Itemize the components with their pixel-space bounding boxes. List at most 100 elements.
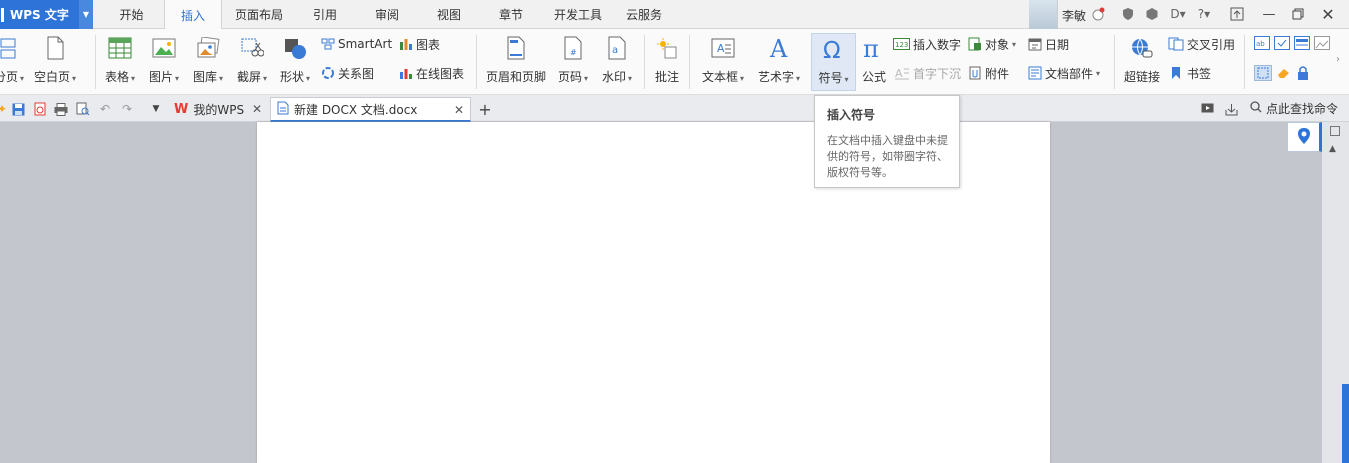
tab-cloud[interactable]: 云服务	[618, 0, 670, 29]
watermark-label: 水印	[601, 70, 626, 84]
redo-icon[interactable]: ↷	[119, 101, 135, 117]
textbox-button[interactable]: A 文本框 ▾	[698, 33, 748, 91]
upload-icon[interactable]	[1226, 4, 1248, 24]
tab-start[interactable]: 开始	[104, 0, 159, 29]
table-icon	[107, 35, 133, 61]
shapes-button[interactable]: 形状 ▾	[277, 33, 313, 91]
user-name[interactable]: 李敏	[1062, 7, 1086, 24]
page-number-button[interactable]: # 页码 ▾	[554, 33, 592, 91]
comment-icon	[654, 35, 680, 61]
doc-parts-button[interactable]: 文档部件 ▾	[1028, 63, 1100, 83]
dropdown-control-icon[interactable]	[1294, 36, 1310, 53]
screenshot-button[interactable]: 截屏 ▾	[234, 33, 270, 91]
tab-chapter[interactable]: 章节	[486, 0, 536, 29]
tab-insert[interactable]: 插入	[164, 0, 222, 30]
relation-chart-icon	[321, 66, 335, 80]
app-menu-button[interactable]: WPS 文字 ▼	[0, 0, 93, 29]
date-button[interactable]: 日期	[1028, 34, 1069, 54]
ribbon-divider	[644, 35, 645, 89]
header-footer-label: 页眉和页脚	[485, 70, 546, 84]
formula-label: 公式	[861, 70, 886, 84]
image-control-icon[interactable]	[1314, 36, 1330, 53]
wps-w-icon: W	[174, 102, 189, 117]
smartart-button[interactable]: SmartArt	[321, 34, 392, 54]
wordart-button[interactable]: A 艺术字 ▾	[754, 33, 804, 91]
svg-text:Ω: Ω	[823, 38, 841, 61]
tab-view[interactable]: 视图	[424, 0, 474, 29]
smartart-icon	[321, 37, 335, 51]
textfield-control-icon[interactable]: ab	[1254, 36, 1270, 53]
screen-record-icon[interactable]	[1199, 101, 1215, 117]
tab-document[interactable]: 新建 DOCX 文档.docx ✕	[270, 97, 471, 122]
tab-page-layout[interactable]: 页面布局	[228, 0, 290, 29]
location-panel-button[interactable]	[1287, 122, 1322, 152]
split-view-icon[interactable]	[1330, 126, 1340, 136]
close-icon[interactable]: ✕	[454, 103, 464, 117]
vertical-scrollbar[interactable]: ▲	[1322, 122, 1349, 463]
tab-my-wps-label: 我的WPS	[193, 103, 245, 117]
ribbon-scroll-right-icon[interactable]: ›	[1336, 54, 1340, 65]
gallery-icon	[195, 35, 221, 61]
hexagon-icon[interactable]	[1144, 6, 1160, 22]
eraser-icon[interactable]	[1276, 66, 1292, 83]
drop-cap-button[interactable]: A 首字下沉	[893, 63, 961, 83]
restore-icon[interactable]	[1287, 4, 1309, 24]
help-icon[interactable]: ?▾	[1193, 6, 1215, 22]
lock-icon[interactable]	[1296, 65, 1310, 84]
skin-icon[interactable]: D▾	[1167, 6, 1189, 22]
checkbox-control-icon[interactable]	[1274, 36, 1290, 53]
chart-button[interactable]: 图表	[399, 34, 440, 54]
header-footer-button[interactable]: 页眉和页脚	[484, 33, 548, 91]
save-icon[interactable]	[10, 101, 26, 117]
cross-ref-button[interactable]: 交叉引用	[1168, 34, 1235, 54]
scroll-up-icon[interactable]: ▲	[1329, 144, 1336, 154]
picture-button[interactable]: 图片 ▾	[146, 33, 182, 91]
tab-review[interactable]: 审阅	[362, 0, 412, 29]
relation-chart-button[interactable]: 关系图	[321, 63, 374, 83]
symbol-button[interactable]: Ω 符号 ▾	[811, 33, 856, 91]
design-mode-icon[interactable]	[1254, 65, 1272, 81]
svg-text:ab: ab	[1256, 40, 1265, 48]
download-icon[interactable]	[1223, 101, 1239, 117]
gallery-button[interactable]: 图库 ▾	[190, 33, 226, 91]
picture-label: 图片	[148, 70, 173, 84]
table-button[interactable]: 表格 ▾	[102, 33, 138, 91]
globe-link-icon	[1129, 35, 1155, 61]
blank-page-button[interactable]: 空白页 ▾	[34, 33, 76, 91]
export-pdf-icon[interactable]	[32, 101, 48, 117]
new-file-icon[interactable]: ✦	[0, 101, 10, 117]
comment-label: 批注	[654, 70, 679, 84]
user-area: 李敏 D▾ ?▾ — ✕	[1029, 0, 1349, 29]
skin-thumbnail[interactable]	[1029, 0, 1058, 29]
comment-button[interactable]: 批注	[651, 33, 683, 91]
pi-icon: π	[861, 35, 887, 61]
insert-number-button[interactable]: 123 插入数字	[893, 34, 961, 54]
print-preview-icon[interactable]	[75, 101, 91, 117]
attachment-button[interactable]: 附件	[968, 63, 1009, 83]
hyperlink-label: 超链接	[1123, 70, 1160, 84]
command-search[interactable]: 点此查找命令	[1250, 100, 1338, 117]
minimize-icon[interactable]: —	[1258, 4, 1280, 24]
avatar-icon[interactable]	[1090, 6, 1106, 22]
scrollbar-thumb[interactable]	[1342, 384, 1349, 463]
tab-my-wps[interactable]: W 我的WPS ✕	[168, 97, 268, 122]
page-break-button[interactable]: 分页▾	[0, 33, 24, 91]
chevron-down-icon[interactable]: ▼	[79, 0, 93, 29]
online-chart-button[interactable]: 在线图表	[399, 63, 464, 83]
new-tab-plus-icon[interactable]: +	[477, 100, 493, 119]
object-button[interactable]: 对象 ▾	[968, 34, 1016, 54]
shield-icon[interactable]	[1120, 6, 1136, 22]
close-icon[interactable]: ✕	[1317, 4, 1339, 24]
bookmark-button[interactable]: 书签	[1168, 63, 1211, 83]
cross-ref-icon	[1168, 37, 1184, 51]
print-icon[interactable]	[53, 101, 69, 117]
undo-icon[interactable]: ↶	[97, 101, 113, 117]
formula-button[interactable]: π 公式	[858, 33, 890, 91]
online-chart-label: 在线图表	[416, 66, 465, 81]
tab-developer[interactable]: 开发工具	[547, 0, 609, 29]
customize-quick-access-icon[interactable]: ▼	[148, 101, 164, 117]
tab-references[interactable]: 引用	[300, 0, 350, 29]
close-icon[interactable]: ✕	[252, 102, 262, 116]
watermark-button[interactable]: a 水印 ▾	[598, 33, 636, 91]
hyperlink-button[interactable]: 超链接	[1121, 33, 1163, 91]
